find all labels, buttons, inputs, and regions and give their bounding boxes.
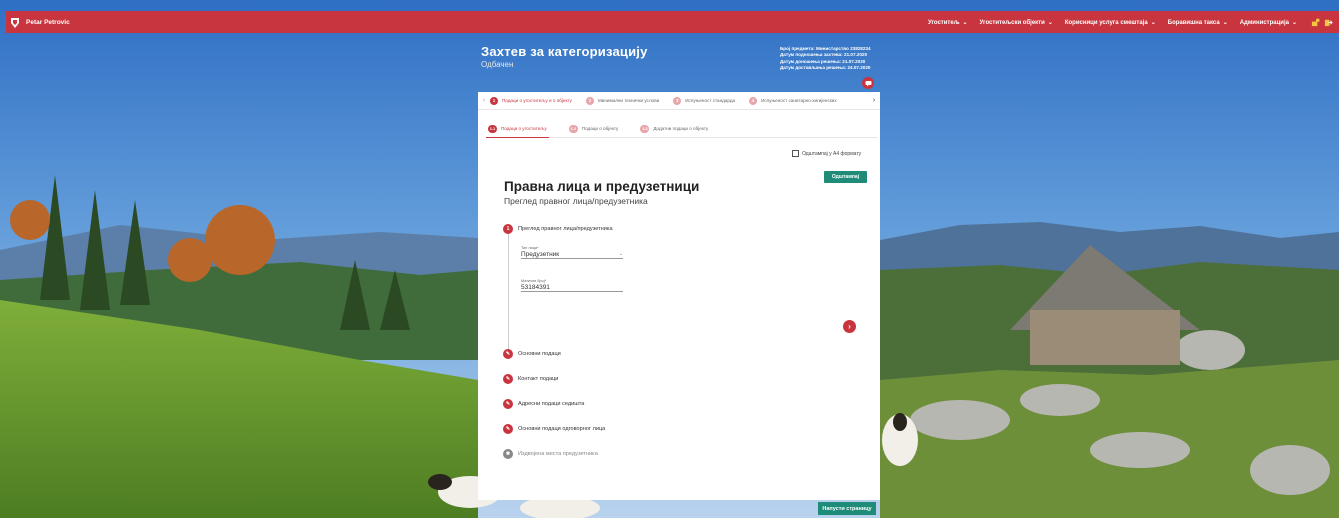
meta-submit-date: Датум подношења захтева: 21.07.2020: [780, 52, 868, 58]
chevron-right-icon: ›: [848, 322, 851, 331]
chevron-down-icon: ⌄: [1047, 19, 1053, 26]
chevron-down-icon: ⌄: [1291, 19, 1297, 26]
brand[interactable]: Petar Petrovic: [10, 17, 70, 28]
content-title: Правна лица и предузетници: [504, 179, 700, 194]
top-navigation-bar: Petar Petrovic Угоститељ ⌄ Угоститељски о…: [6, 11, 1339, 33]
chevron-left-icon[interactable]: ‹: [478, 97, 490, 104]
page-title: Захтев за категоризацију: [481, 44, 648, 59]
section-contact-data[interactable]: ✎ Контакт подаци: [503, 374, 558, 384]
section-separate-locations[interactable]: ✱ Издвојена места предузетника: [503, 449, 598, 459]
gear-icon: ✱: [503, 449, 513, 459]
menu-administracija[interactable]: Администрација ⌄: [1240, 19, 1297, 26]
entity-type-label: Тип лица*: [521, 246, 539, 250]
chat-icon: [865, 80, 871, 86]
comments-button[interactable]: [862, 77, 874, 89]
main-panel: ‹ 1 Подаци о угоститељу и о објекту 2 Ми…: [478, 92, 880, 500]
dropdown-arrow-icon: ⌄: [618, 251, 623, 257]
substep-1-2[interactable]: 1.2 Подаци о објекту: [567, 120, 621, 137]
notifications-icon[interactable]: [1311, 17, 1320, 27]
step-2[interactable]: 2 Минимални технички услови: [585, 96, 659, 105]
registration-number-label: Матични број*: [521, 279, 547, 283]
steps-bar: ‹ 1 Подаци о угоститељу и о објекту 2 Ми…: [478, 92, 880, 110]
print-button[interactable]: Одштампај: [824, 171, 867, 183]
content-subtitle: Преглед правног лица/предузетника: [504, 196, 648, 206]
leave-page-button[interactable]: Напусти страницу: [818, 502, 876, 515]
pencil-icon: ✎: [503, 399, 513, 409]
coat-of-arms-icon: [11, 17, 19, 28]
meta-delivery-date: Датум достављања решења: 24.07.2020: [780, 64, 871, 70]
section-responsible-person[interactable]: ✎ Основни подаци одговорног лица: [503, 424, 605, 434]
request-header: Захтев за категоризацију Одбачен: [481, 44, 648, 69]
entity-type-value: Предузетник: [521, 251, 560, 258]
logout-icon[interactable]: [1324, 18, 1333, 27]
entity-type-select[interactable]: Тип лица* Предузетник ⌄: [521, 246, 623, 259]
chevron-down-icon: ⌄: [1150, 19, 1156, 26]
menu-ugostitelj[interactable]: Угоститељ ⌄: [928, 19, 968, 26]
checkbox[interactable]: [792, 150, 799, 157]
pencil-icon: ✎: [503, 424, 513, 434]
menu-boravisna-taksa[interactable]: Боравишна такса ⌄: [1168, 19, 1228, 26]
step-1[interactable]: 1 Подаци о угоститељу и о објекту: [490, 96, 572, 105]
chevron-down-icon: ⌄: [962, 19, 968, 26]
print-a4-checkbox[interactable]: Одштампај у A4 формату: [792, 150, 861, 157]
menu-korisnici-usluga[interactable]: Корисници услуга смештаја ⌄: [1065, 19, 1156, 26]
section-address-data[interactable]: ✎ Адресни подаци седишта: [503, 399, 584, 409]
step-4[interactable]: 4 Испуњеност санитарно-хигијенских: [749, 96, 837, 105]
substep-1-1[interactable]: 1.1 Подаци о угоститељу: [486, 120, 549, 138]
request-status: Одбачен: [481, 60, 514, 69]
section-overview[interactable]: 1 Преглед правног лица/предузетника: [503, 224, 613, 234]
chevron-down-icon: ⌄: [1222, 19, 1228, 26]
step-3[interactable]: 3 Испуњеност стандарда: [673, 96, 735, 105]
meta-decision-date: Датум доношења решења: 21.07.2020: [780, 58, 866, 64]
pencil-icon: ✎: [503, 374, 513, 384]
section-basic-data[interactable]: ✎ Основни подаци: [503, 349, 561, 359]
user-name: Petar Petrovic: [26, 18, 70, 26]
substeps-bar: 1.1 Подаци о угоститељу 1.2 Подаци о обј…: [486, 120, 878, 138]
section-timeline-line: [508, 232, 509, 350]
next-button[interactable]: ›: [843, 320, 856, 333]
substep-1-3[interactable]: 1.3 Додатни подаци о објекту: [638, 120, 710, 137]
menu-ugostiteljski-objekti[interactable]: Угоститељски објекти ⌄: [980, 19, 1053, 26]
pencil-icon: ✎: [503, 349, 513, 359]
registration-number-field[interactable]: Матични број* 53184391: [521, 279, 623, 292]
main-menu: Угоститељ ⌄ Угоститељски објекти ⌄ Корисни…: [916, 17, 1333, 27]
chevron-right-icon[interactable]: ›: [868, 97, 880, 104]
request-meta: Број предмета: Министарство 23828234 Дат…: [780, 46, 871, 71]
registration-number-value: 53184391: [521, 284, 550, 291]
